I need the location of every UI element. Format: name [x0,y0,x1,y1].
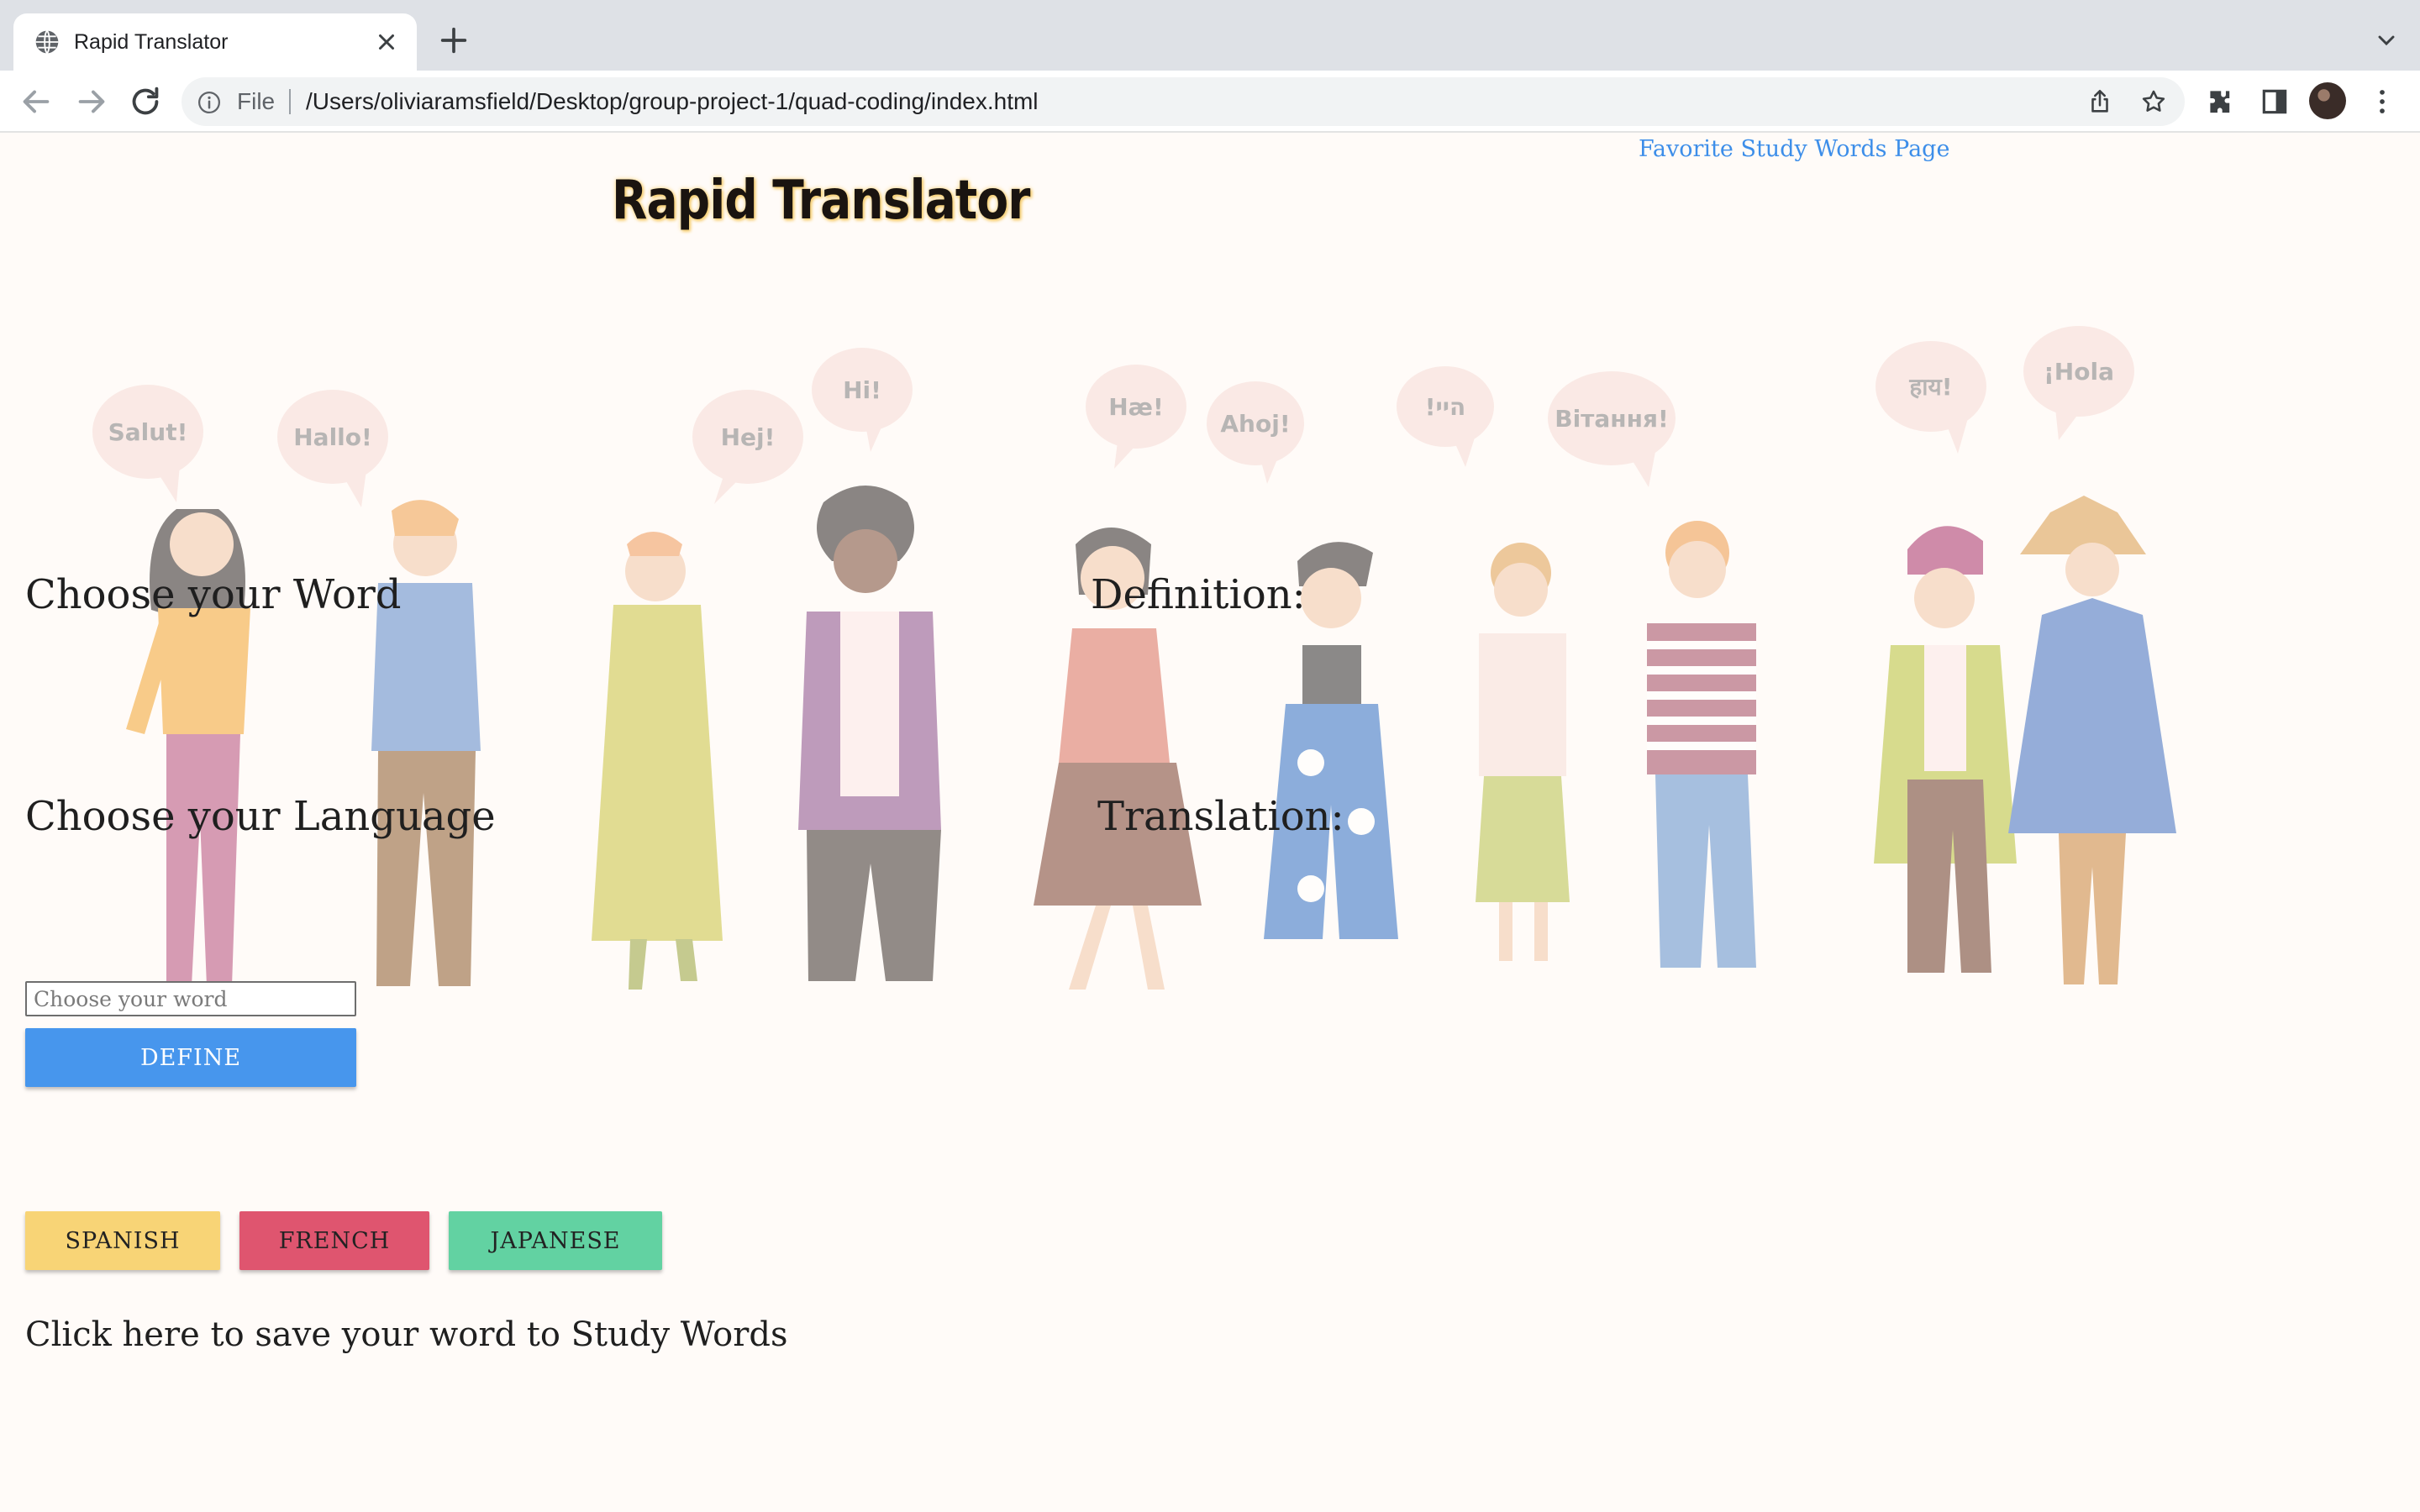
greeting-ukrainian: Вітання! [1555,405,1669,433]
person-7 [1476,543,1570,961]
globe-icon [35,30,59,54]
person-3 [592,532,723,990]
side-panel-icon[interactable] [2259,86,2291,118]
address-bar[interactable]: File /Users/oliviaramsfield/Desktop/grou… [182,77,2185,126]
word-input[interactable] [25,981,356,1016]
french-button[interactable]: FRENCH [239,1211,429,1270]
star-icon[interactable] [2139,87,2168,116]
speech-bubble-9: हाय! [1876,341,1986,454]
define-button[interactable]: DEFINE [25,1028,356,1087]
greeting-ahoj: Ahoj! [1220,410,1290,438]
greeting-hae: Hæ! [1108,393,1164,421]
page-body: Favorite Study Words Page Rapid Translat… [0,133,2420,1512]
greeting-hebrew: !היי [1425,393,1466,421]
close-icon[interactable] [371,27,402,57]
speech-bubble-7: !היי [1397,366,1494,467]
favorites-link[interactable]: Favorite Study Words Page [1639,136,1949,162]
kebab-menu-icon[interactable] [2366,86,2398,118]
speech-bubble-10: ¡Hola [2023,326,2134,440]
translation-heading: Translation: [1097,793,1344,840]
browser-tabstrip: Rapid Translator [0,0,2420,71]
info-icon[interactable] [197,90,222,115]
browser-tab[interactable]: Rapid Translator [13,13,417,71]
reload-icon[interactable] [126,82,165,121]
chevron-down-icon[interactable] [2373,27,2400,54]
speech-bubble-1: Salut! [92,385,203,502]
speech-bubble-4: Hi! [812,348,913,452]
browser-toolbar: File /Users/oliviaramsfield/Desktop/grou… [0,71,2420,133]
tab-title: Rapid Translator [74,30,229,54]
omnibox-divider [289,89,291,114]
speech-bubble-3: Hej! [692,390,803,504]
japanese-button[interactable]: JAPANESE [449,1211,662,1270]
url-scheme-label: File [237,88,276,114]
person-8 [1647,521,1756,968]
save-word-prompt[interactable]: Click here to save your word to Study Wo… [25,1315,788,1354]
spanish-button[interactable]: SPANISH [25,1211,220,1270]
back-icon[interactable] [17,82,55,121]
person-9 [1874,526,2017,973]
definition-heading: Definition: [1091,571,1306,618]
speech-bubble-8: Вітання! [1548,371,1676,487]
greeting-hallo: Hallo! [293,423,372,451]
extensions-icon[interactable] [2205,86,2237,118]
greeting-hola: ¡Hola [2044,358,2114,386]
greeting-hej: Hej! [721,423,776,451]
speech-bubble-5: Hæ! [1086,365,1186,469]
speech-bubble-2: Hallo! [277,390,388,507]
greeting-hi: Hi! [843,376,881,404]
choose-word-heading: Choose your Word [25,571,402,618]
profile-avatar[interactable] [2309,82,2346,119]
new-tab-icon[interactable] [437,24,471,57]
page-title: Rapid Translator [612,170,1030,232]
greeting-salut: Salut! [108,418,188,446]
hero-illustration: .bub { fill: #f6dcd6; } .gt { font-famil… [92,326,2176,990]
choose-language-heading: Choose your Language [25,793,496,840]
forward-icon[interactable] [72,82,111,121]
person-10 [2008,496,2176,984]
speech-bubble-6: Ahoj! [1207,381,1304,484]
url-text[interactable]: /Users/oliviaramsfield/Desktop/group-pro… [306,88,1039,115]
greeting-hindi: हाय! [1908,373,1952,401]
share-icon[interactable] [2086,87,2114,116]
person-4 [798,486,941,981]
